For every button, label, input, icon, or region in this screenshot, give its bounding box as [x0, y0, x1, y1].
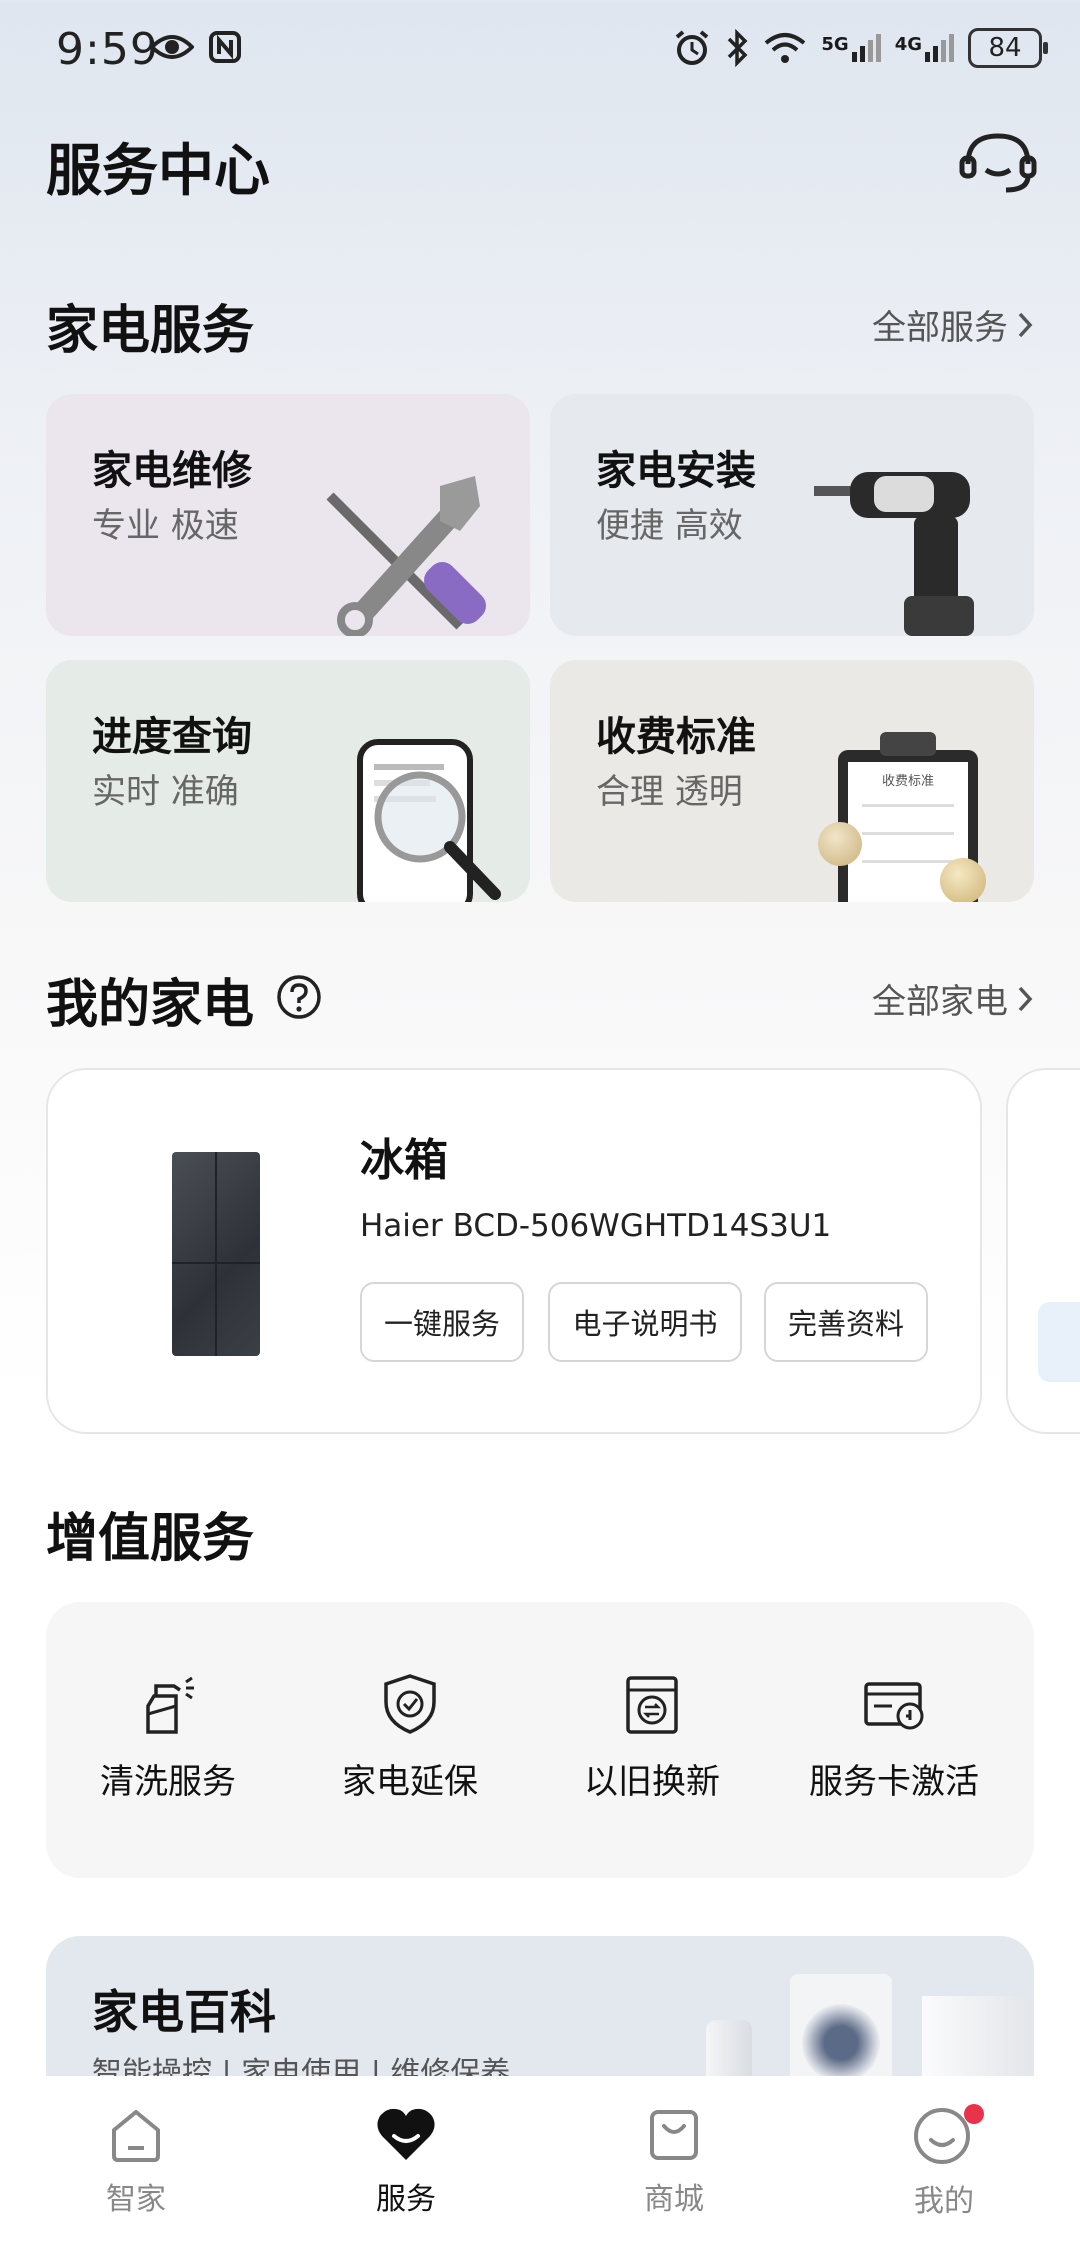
bluetooth-icon: [728, 29, 748, 67]
appliance-services-title: 家电服务: [46, 301, 255, 361]
nav-mine[interactable]: 我的: [864, 2104, 1024, 2220]
nav-label: 智家: [106, 2182, 166, 2217]
e-manual-button[interactable]: 电子说明书: [548, 1282, 742, 1362]
signal-4g-icon: 4G: [895, 34, 954, 62]
all-appliances-link[interactable]: 全部家电: [872, 974, 1034, 1023]
wrench-screwdriver-icon: [326, 476, 486, 636]
card-repair-title: 家电维修: [92, 448, 252, 494]
signal-5g-icon: 5G: [821, 34, 881, 62]
home-icon: [112, 2110, 160, 2162]
chevron-right-icon: [1018, 986, 1033, 1011]
page-title: 服务中心: [46, 139, 270, 204]
nav-service[interactable]: 服务: [326, 2104, 486, 2218]
one-click-service-button[interactable]: 一键服务: [360, 1282, 524, 1362]
fridge-image: [172, 1152, 260, 1356]
status-left-icons: [150, 30, 242, 64]
bottom-nav: 智家 服务 商城 我的: [0, 2076, 1080, 2244]
all-appliances-label: 全部家电: [872, 982, 1008, 1022]
shopping-bag-icon: [650, 2110, 698, 2160]
status-time: 9:59: [56, 24, 159, 75]
wifi-icon: [765, 33, 806, 63]
value-item-label: 服务卡激活: [809, 1762, 979, 1802]
refrigerator-image: [922, 1996, 1032, 2076]
my-appliances-title: 我的家电: [46, 975, 255, 1035]
card-progress-title: 进度查询: [92, 714, 252, 760]
nfc-icon: [209, 31, 241, 63]
encyclopedia-title: 家电百科: [92, 1985, 276, 2039]
card-fees[interactable]: 收费标准 合理 透明 收费标准: [550, 660, 1034, 902]
card-repair[interactable]: 家电维修 专业 极速: [46, 394, 530, 636]
card-fees-subtitle: 合理 透明: [596, 772, 743, 812]
status-bar: 9:59 5G 4G 84: [0, 0, 1080, 100]
value-item-extended-warranty[interactable]: 家电延保: [300, 1672, 520, 1803]
card-install[interactable]: 家电安装 便捷 高效: [550, 394, 1034, 636]
value-item-label: 家电延保: [342, 1762, 478, 1802]
value-item-label: 清洗服务: [100, 1762, 236, 1802]
notification-dot: [964, 2104, 984, 2124]
eye-icon: [150, 35, 194, 59]
nav-label: 服务: [376, 2182, 436, 2217]
complete-info-button[interactable]: 完善资料: [764, 1282, 928, 1362]
heart-icon: [377, 2108, 435, 2160]
washing-machine-image: [790, 1974, 892, 2076]
phone-magnifier-icon: [357, 739, 501, 902]
all-services-label: 全部服务: [872, 308, 1008, 348]
value-item-label: 以旧换新: [584, 1762, 720, 1802]
alarm-icon: [676, 30, 709, 65]
nav-label: 我的: [914, 2184, 974, 2219]
appliance-model: Haier BCD-506WGHTD14S3U1: [360, 1208, 832, 1244]
chevron-right-icon: [1018, 312, 1033, 337]
value-item-cleaning[interactable]: 清洗服务: [58, 1672, 278, 1803]
signal-5g-label: 5G: [821, 34, 849, 55]
clipboard-price-list-icon: 收费标准: [818, 732, 998, 902]
power-drill-icon: [814, 472, 974, 636]
all-services-link[interactable]: 全部服务: [872, 300, 1034, 349]
fee-document-title: 收费标准: [881, 774, 934, 789]
help-question-icon[interactable]: [276, 974, 322, 1020]
exchange-machine-icon: [626, 1676, 678, 1734]
appliance-card-next[interactable]: [1006, 1068, 1080, 1434]
appliance-card-fridge[interactable]: 冰箱 Haier BCD-506WGHTD14S3U1 一键服务 电子说明书 完…: [46, 1068, 982, 1434]
air-conditioner-image: [706, 2020, 752, 2076]
card-install-subtitle: 便捷 高效: [596, 506, 743, 546]
shield-check-icon: [384, 1674, 436, 1734]
card-repair-subtitle: 专业 极速: [92, 506, 239, 546]
signal-4g-label: 4G: [894, 34, 922, 55]
card-progress[interactable]: 进度查询 实时 准确: [46, 660, 530, 902]
value-item-trade-in[interactable]: 以旧换新: [542, 1672, 762, 1803]
encyclopedia-card[interactable]: 家电百科 智能操控 | 家电使用 | 维修保养: [46, 1936, 1034, 2076]
status-right-icons: 5G 4G 84: [673, 28, 1048, 68]
card-progress-subtitle: 实时 准确: [92, 772, 239, 812]
card-install-title: 家电安装: [596, 448, 756, 494]
service-card-icon: [864, 1682, 924, 1730]
card-fees-title: 收费标准: [596, 714, 756, 760]
spray-bottle-icon: [146, 1676, 194, 1734]
value-added-title: 增值服务: [46, 1509, 255, 1569]
value-added-panel: 清洗服务 家电延保 以旧换新 服务卡激活: [46, 1602, 1034, 1878]
encyclopedia-subtitle: 智能操控 | 家电使用 | 维修保养: [92, 2056, 511, 2076]
nav-mall[interactable]: 商城: [594, 2104, 754, 2218]
battery-indicator: 84: [968, 28, 1048, 68]
appliance-name: 冰箱: [360, 1135, 448, 1186]
value-item-service-card[interactable]: 服务卡激活: [784, 1672, 1004, 1803]
nav-label: 商城: [644, 2182, 704, 2217]
nav-smart-home[interactable]: 智家: [56, 2104, 216, 2218]
customer-service-headset-icon[interactable]: [958, 130, 1038, 196]
